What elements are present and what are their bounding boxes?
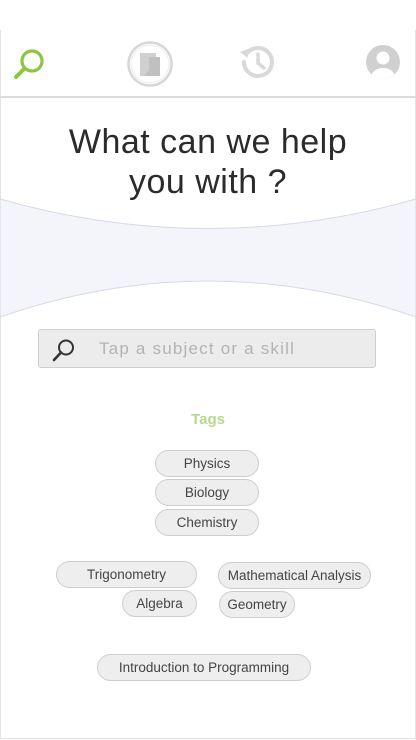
tag-chemistry[interactable]: Chemistry [155, 509, 259, 536]
library-tab-button[interactable] [126, 40, 174, 88]
search-icon [14, 49, 44, 79]
tag-algebra[interactable]: Algebra [122, 590, 197, 617]
decorative-wave-band [0, 198, 416, 318]
book-icon [127, 41, 173, 87]
history-icon [239, 46, 274, 78]
profile-tab-button[interactable] [364, 43, 402, 81]
tag-geometry[interactable]: Geometry [219, 591, 295, 618]
search-icon [52, 339, 74, 362]
search-tab-button[interactable] [12, 47, 48, 83]
tag-biology[interactable]: Biology [155, 479, 259, 506]
tags-heading: Tags [191, 411, 225, 428]
history-tab-button[interactable] [238, 42, 278, 82]
subject-search-input[interactable] [99, 330, 369, 367]
tag-trigonometry[interactable]: Trigonometry [56, 561, 197, 588]
tag-mathematical-analysis[interactable]: Mathematical Analysis [218, 562, 371, 589]
profile-icon [366, 45, 400, 79]
page-headline: What can we help you with ? [0, 122, 416, 202]
top-navigation-bar [0, 30, 416, 98]
tag-introduction-to-programming[interactable]: Introduction to Programming [97, 654, 311, 681]
tag-physics[interactable]: Physics [155, 450, 259, 477]
subject-search-box[interactable] [38, 329, 376, 368]
headline-line-1: What can we help [68, 123, 348, 161]
